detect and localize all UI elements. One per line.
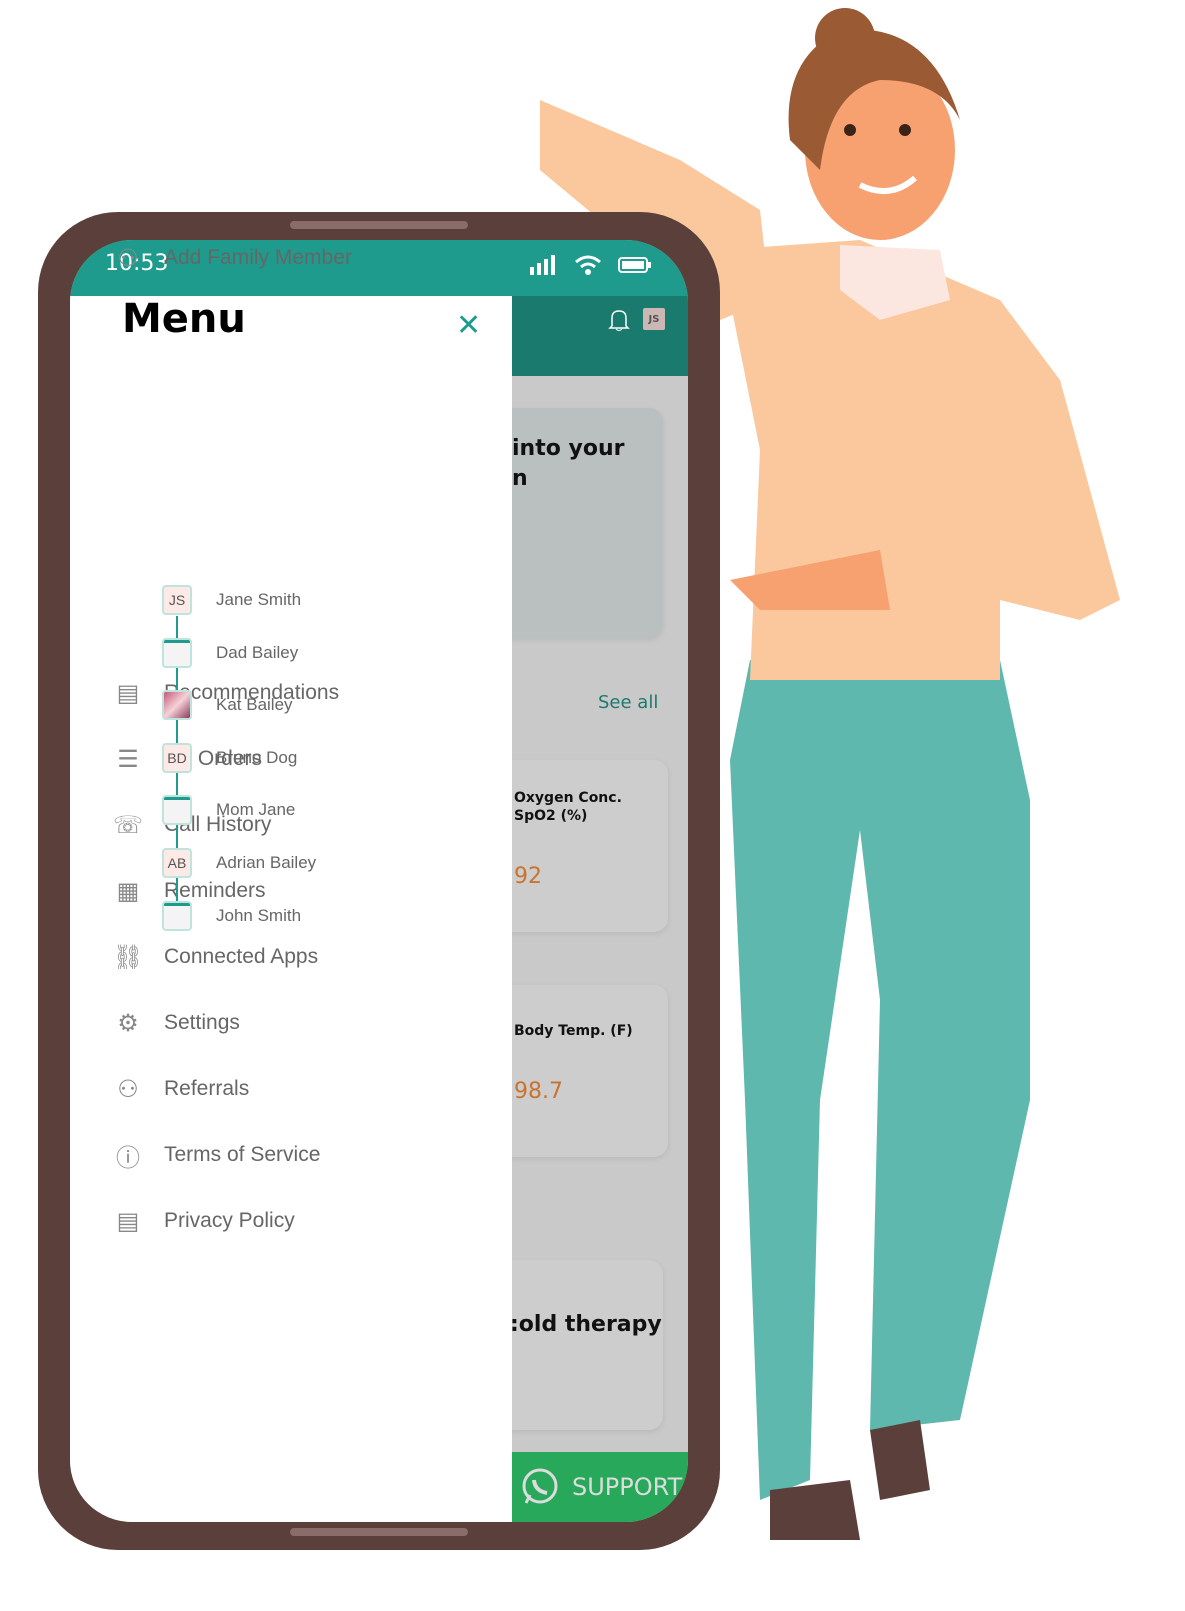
menu-item[interactable]: ⚇ Add Family Member [114, 244, 352, 272]
gear-icon: ⚙ [117, 1009, 139, 1037]
referral-icon: ⚇ [117, 1075, 139, 1103]
family-member-name: Jane Smith [216, 590, 302, 609]
menu-item[interactable]: ⚙ Settings [114, 1009, 240, 1037]
user-plus-icon: ⚇ [117, 244, 139, 272]
home-indicator [290, 1528, 468, 1536]
menu-item-label: Add Family Member [164, 246, 352, 269]
therapy-title: :old therapy [510, 1312, 662, 1337]
menu-item-label: Privacy Policy [164, 1209, 295, 1232]
document-icon: ▤ [116, 679, 140, 707]
menu-item-label: Terms of Service [164, 1143, 321, 1166]
info-icon: ⓘ [116, 1144, 140, 1172]
support-button[interactable]: SUPPORT [512, 1452, 688, 1522]
phone-speaker [290, 221, 468, 229]
family-member-name: Mom Jane [216, 800, 296, 820]
family-member-name: Kat Bailey [216, 695, 293, 715]
menu-drawer: Menu ✕ ⌂Home🔒︎Change Password⚇Add Family… [70, 245, 512, 1522]
family-member[interactable]: BD Bruno Dog [162, 742, 298, 773]
vital-label: Oxygen Conc. [514, 790, 622, 806]
signal-icon [530, 255, 555, 275]
menu-item-label: Connected Apps [164, 945, 319, 968]
banner-card[interactable]: into your n [500, 408, 663, 638]
see-all-link[interactable]: See all [598, 692, 658, 713]
family-member[interactable]: Mom Jane [162, 795, 296, 826]
privacy-icon: ▤ [116, 1207, 140, 1235]
family-member[interactable]: Kat Bailey [162, 690, 293, 721]
close-icon[interactable]: ✕ [456, 308, 481, 343]
family-avatar [162, 900, 192, 931]
wifi-icon [575, 255, 601, 275]
support-label: SUPPORT [572, 1473, 683, 1501]
family-avatar [162, 795, 192, 826]
banner-text-2: n [512, 466, 528, 491]
family-member[interactable]: AB Adrian Bailey [162, 848, 316, 878]
family-member-name: Adrian Bailey [216, 853, 317, 872]
menu-item-label: Reminders [164, 879, 266, 902]
list-icon: ☰ [117, 745, 139, 773]
menu-item-label: Settings [164, 1011, 240, 1034]
menu-item-label: Referrals [164, 1077, 250, 1100]
family-avatar: AB [162, 848, 192, 878]
family-member[interactable]: JS Jane Smith [162, 585, 301, 615]
link-icon: ⛓︎ [112, 943, 144, 971]
menu-item[interactable]: ▤ Privacy Policy [114, 1207, 295, 1235]
family-avatar [162, 690, 192, 721]
family-avatar: JS [162, 585, 192, 615]
family-member-name: Dad Bailey [216, 642, 299, 662]
family-avatar: BD [162, 742, 192, 773]
battery-icon [618, 257, 651, 273]
phone-screen: 10:53 JS into your n See all Oxygen Conc… [70, 240, 688, 1522]
family-member-name: John Smith [216, 905, 302, 925]
menu-item[interactable]: ⛓︎ Connected Apps [112, 943, 319, 971]
bell-icon[interactable] [608, 308, 630, 332]
vital-value: 98.7 [514, 1079, 563, 1104]
menu-item[interactable]: ⓘ Terms of Service [114, 1141, 321, 1172]
phone-history-icon: ☏ [113, 811, 144, 839]
vital-value: 92 [514, 864, 542, 889]
reminder-icon: ▦ [116, 877, 140, 905]
family-avatar [162, 637, 192, 668]
family-member[interactable]: Dad Bailey [162, 637, 299, 668]
vital-card-spo2[interactable]: Oxygen Conc. SpO2 (%) 92 [500, 760, 668, 932]
banner-text: into your [512, 436, 625, 461]
whatsapp-icon [522, 1468, 558, 1504]
user-avatar[interactable]: JS [643, 308, 665, 330]
family-member-name: Bruno Dog [216, 747, 298, 767]
menu-title: Menu [122, 296, 246, 342]
vital-label: Body Temp. (F) [514, 1023, 633, 1039]
app-header: JS [512, 296, 688, 376]
therapy-card[interactable]: :old therapy [500, 1260, 663, 1430]
family-member[interactable]: John Smith [162, 900, 302, 931]
vital-card-temp[interactable]: Body Temp. (F) 98.7 [500, 985, 668, 1157]
vital-label-2: SpO2 (%) [514, 808, 588, 824]
menu-item[interactable]: ⚇ Referrals [114, 1075, 249, 1103]
